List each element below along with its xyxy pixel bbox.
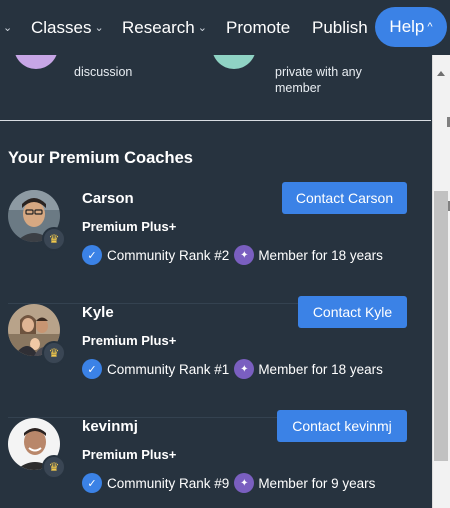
nav-item-help[interactable]: Help ^: [375, 7, 447, 47]
nav-item-label: Publish: [312, 17, 368, 37]
feature-icon: [14, 55, 58, 69]
feature-text: private with any member: [275, 65, 362, 95]
coach-badges: ✓ Community Rank #9 ✦ Member for 9 years: [82, 473, 375, 493]
scrollbar[interactable]: [432, 55, 450, 508]
contact-coach-button[interactable]: Contact kevinmj: [277, 410, 407, 442]
member-badge-icon: ✦: [234, 473, 255, 493]
feature-row-partial: discussion private with any member: [0, 55, 432, 121]
top-navigation: ⌄ Classes ⌄ Research ⌄ Promote Publish Hel…: [0, 0, 450, 55]
community-rank: Community Rank #1: [107, 361, 230, 377]
member-badge-icon: ✦: [234, 245, 255, 265]
coach-card: ♛ Kyle Premium Plus+ ✓ Community Rank #1…: [0, 296, 432, 418]
crown-icon: ♛: [42, 341, 66, 365]
chevron-down-icon: ⌄: [197, 22, 207, 34]
nav-item-label: Help: [389, 17, 425, 36]
member-duration: Member for 18 years: [258, 361, 383, 377]
chevron-up-icon: ^: [427, 21, 433, 33]
coach-name[interactable]: Carson: [82, 190, 134, 207]
coach-tier: Premium Plus+: [82, 447, 177, 462]
member-duration: Member for 18 years: [258, 247, 383, 263]
feature-text: discussion: [74, 65, 133, 79]
nav-item-publish[interactable]: Publish: [312, 0, 368, 55]
section-title: Your Premium Coaches: [8, 149, 193, 167]
crown-icon: ♛: [42, 227, 66, 251]
contact-coach-button[interactable]: Contact Kyle: [298, 296, 407, 328]
check-badge-icon: ✓: [82, 473, 102, 493]
nav-item-research[interactable]: Research ⌄: [122, 0, 207, 55]
coach-tier: Premium Plus+: [82, 219, 177, 234]
check-badge-icon: ✓: [82, 245, 102, 265]
coach-badges: ✓ Community Rank #1 ✦ Member for 18 year…: [82, 359, 383, 379]
scrollbar-thumb[interactable]: [434, 191, 448, 461]
help-menu-panel: discussion private with any member Your …: [0, 55, 432, 508]
nav-overflow-chevron[interactable]: ⌄: [0, 0, 13, 55]
nav-item-label: Classes: [31, 17, 92, 37]
coach-name[interactable]: Kyle: [82, 304, 114, 321]
community-rank: Community Rank #9: [107, 475, 230, 491]
coach-card: ♛ kevinmj Premium Plus+ ✓ Community Rank…: [0, 410, 432, 508]
coach-card: ♛ Carson Premium Plus+ ✓ Community Rank …: [0, 182, 432, 304]
nav-item-label: Promote: [226, 17, 291, 37]
nav-item-promote[interactable]: Promote: [226, 0, 290, 55]
contact-coach-button[interactable]: Contact Carson: [282, 182, 407, 214]
nav-item-label: Research: [122, 17, 195, 37]
member-duration: Member for 9 years: [258, 475, 376, 491]
coach-tier: Premium Plus+: [82, 333, 177, 348]
member-badge-icon: ✦: [234, 359, 255, 379]
coach-badges: ✓ Community Rank #2 ✦ Member for 18 year…: [82, 245, 383, 265]
check-badge-icon: ✓: [82, 359, 102, 379]
nav-item-classes[interactable]: Classes ⌄: [31, 0, 104, 55]
coach-name[interactable]: kevinmj: [82, 418, 138, 435]
crown-icon: ♛: [42, 455, 66, 479]
feature-icon: [212, 55, 256, 69]
scroll-up-arrow-icon[interactable]: [437, 71, 445, 76]
chevron-down-icon: ⌄: [3, 22, 13, 34]
divider: [0, 120, 431, 121]
community-rank: Community Rank #2: [107, 247, 230, 263]
chevron-down-icon: ⌄: [94, 22, 104, 34]
